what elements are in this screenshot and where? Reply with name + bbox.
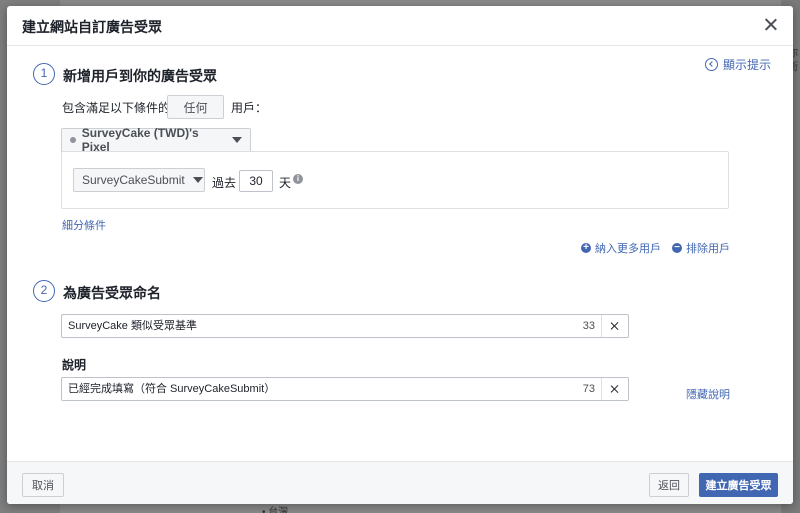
create-audience-button[interactable]: 建立廣告受眾	[699, 473, 778, 497]
close-icon[interactable]	[761, 15, 781, 35]
back-button[interactable]: 返回	[649, 473, 689, 497]
exclude-users-link[interactable]: − 排除用戶	[672, 240, 730, 256]
description-char-count: 73	[582, 383, 595, 395]
days-unit-label: 天	[279, 176, 292, 190]
background-bottom-text: • 台灣	[262, 507, 289, 513]
step-number-1: 1	[33, 63, 55, 85]
show-tips-link[interactable]: 顯示提示	[704, 56, 771, 73]
description-field[interactable]: 已經完成填寫（符合 SurveyCakeSubmit） 73	[61, 377, 629, 401]
step1-title: 新增用戶到你的廣告受眾	[63, 68, 217, 84]
chevron-down-icon	[192, 177, 203, 183]
include-prefix-label: 包含滿足以下條件的	[62, 101, 171, 115]
event-select[interactable]: SurveyCakeSubmit	[73, 168, 205, 192]
exclude-users-label: 排除用戶	[686, 243, 730, 255]
pixel-status-dot	[70, 137, 76, 143]
pixel-select-label: SurveyCake (TWD)'s Pixel	[81, 126, 199, 154]
show-tips-label: 顯示提示	[722, 58, 771, 72]
clear-name-icon[interactable]	[601, 315, 628, 337]
description-label: 說明	[62, 358, 87, 372]
clear-description-icon[interactable]	[601, 378, 628, 400]
include-condition-select[interactable]: 任何	[167, 95, 224, 119]
step-number-2: 2	[33, 280, 55, 302]
audience-name-value[interactable]: SurveyCake 類似受眾基準	[62, 315, 583, 337]
dialog-title: 建立網站自訂廣告受眾	[22, 19, 162, 35]
plus-circle-icon: +	[581, 243, 591, 253]
create-custom-audience-dialog: 建立網站自訂廣告受眾 顯示提示 1 新增用戶到你的廣告受眾 包含滿足以下條件的 …	[7, 6, 793, 504]
audience-name-char-count: 33	[582, 320, 595, 332]
dialog-header: 建立網站自訂廣告受眾	[7, 6, 793, 46]
description-value[interactable]: 已經完成填寫（符合 SurveyCakeSubmit）	[62, 378, 583, 400]
include-suffix-label: 用戶：	[231, 101, 268, 115]
dialog-footer: 取消 返回 建立廣告受眾	[7, 461, 793, 504]
days-input[interactable]: 30	[239, 170, 273, 192]
audience-name-field[interactable]: SurveyCake 類似受眾基準 33	[61, 314, 629, 338]
minus-circle-icon: −	[672, 243, 682, 253]
event-select-label: SurveyCakeSubmit	[82, 173, 185, 187]
step2-title: 為廣告受眾命名	[63, 285, 161, 301]
hide-description-link[interactable]: 隱藏說明	[686, 386, 730, 402]
info-icon[interactable]: i	[293, 174, 303, 184]
include-more-users-link[interactable]: + 納入更多用戶	[581, 240, 661, 256]
include-condition-value: 任何	[183, 100, 208, 115]
pixel-select[interactable]: SurveyCake (TWD)'s Pixel	[61, 126, 251, 154]
cancel-button[interactable]: 取消	[22, 473, 64, 497]
past-label: 過去	[212, 176, 237, 190]
refine-conditions-link[interactable]: 細分條件	[62, 217, 106, 233]
chevron-down-icon	[232, 137, 242, 143]
include-more-users-label: 納入更多用戶	[595, 243, 661, 255]
chevron-left-circle-icon	[704, 58, 718, 71]
